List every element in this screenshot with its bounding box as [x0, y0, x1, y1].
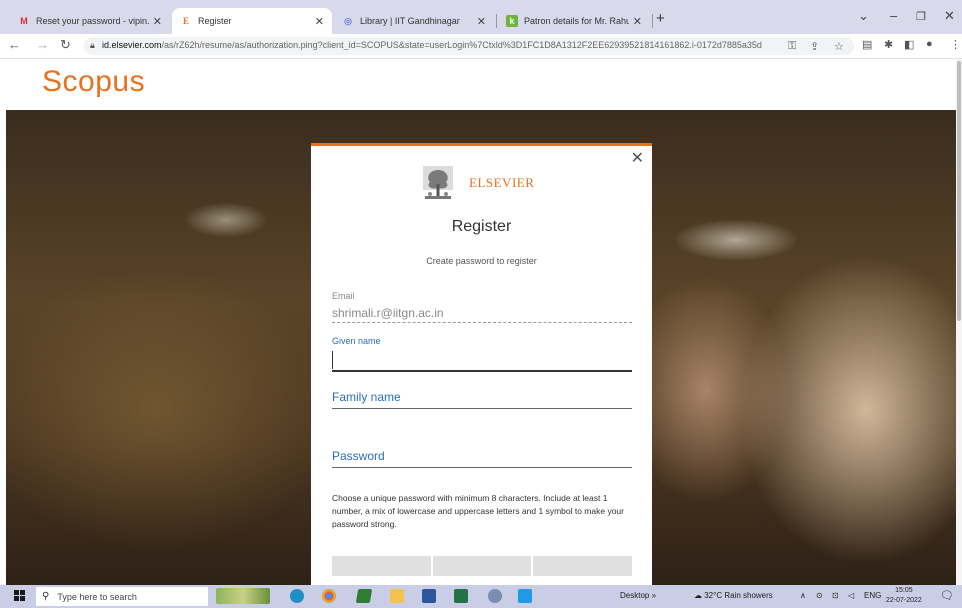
- tab-search-chevron-icon[interactable]: ⌄: [858, 8, 869, 24]
- menu-kebab-icon[interactable]: ⋮: [950, 38, 961, 51]
- close-icon[interactable]: ✕: [315, 15, 324, 28]
- url-text[interactable]: id.elsevier.com/as/rZ62h/resume/as/autho…: [102, 40, 762, 50]
- minimize-icon[interactable]: –: [890, 8, 897, 23]
- edge-browser-icon[interactable]: [290, 589, 304, 603]
- tray-volume-icon[interactable]: ◁: [848, 591, 854, 600]
- page-content: Scopus ✕ ELSEVIER Register Create passwo…: [0, 59, 962, 585]
- browser-window: M Reset your password - vipin.k@ii ✕ E R…: [0, 0, 962, 608]
- taskbar-search-placeholder: Type here to search: [57, 591, 137, 602]
- address-toolbar: ← → ↻ 🔒︎ id.elsevier.com/as/rZ62h/resume…: [0, 34, 962, 59]
- weather-text: 32°C Rain showers: [704, 591, 773, 600]
- language-indicator[interactable]: ENG: [864, 591, 881, 600]
- elsevier-tree-icon: [423, 166, 453, 199]
- desktop-toolbar[interactable]: Desktop »: [620, 591, 656, 600]
- tray-network-icon[interactable]: ⊡: [832, 591, 839, 600]
- given-name-underline: [332, 370, 632, 372]
- tab-patron[interactable]: k Patron details for Mr. Rahul Shri ✕: [498, 8, 650, 34]
- side-panel-icon[interactable]: ◧: [904, 38, 914, 51]
- taskbar-search-box[interactable]: ⚲ Type here to search: [36, 587, 208, 606]
- tab-divider: [496, 14, 497, 28]
- app-icon[interactable]: [488, 589, 502, 603]
- lock-icon[interactable]: 🔒︎: [90, 40, 95, 51]
- key-icon[interactable]: ⚿: [788, 40, 796, 53]
- tray-chevron-icon[interactable]: ∧: [800, 591, 806, 600]
- given-name-input[interactable]: [332, 351, 632, 369]
- excel-icon[interactable]: [454, 589, 468, 603]
- strength-segment: [533, 556, 633, 576]
- chrome-browser-icon[interactable]: [322, 589, 336, 603]
- password-hint: Choose a unique password with minimum 8 …: [332, 493, 624, 529]
- tab-strip: M Reset your password - vipin.k@ii ✕ E R…: [0, 0, 962, 34]
- tab-label: Library | IIT Gandhinagar: [360, 16, 460, 26]
- windows-taskbar: ⚲ Type here to search Desktop » ☁︎ 32°C …: [0, 585, 962, 608]
- tab-register[interactable]: E Register ✕: [172, 8, 332, 34]
- globe-icon: ◎: [344, 15, 352, 26]
- notifications-icon[interactable]: 🗨︎: [940, 589, 954, 602]
- email-label: Email: [332, 291, 355, 301]
- tab-label: Patron details for Mr. Rahul Shri: [524, 16, 629, 26]
- close-icon[interactable]: ✕: [153, 15, 162, 28]
- tab-gmail[interactable]: M Reset your password - vipin.k@ii ✕: [10, 8, 170, 34]
- tab-label: Register: [198, 16, 232, 26]
- clock[interactable]: 15:05 22-07-2022: [886, 586, 922, 606]
- scopus-logo[interactable]: Scopus: [42, 65, 145, 99]
- address-bar[interactable]: 🔒︎ id.elsevier.com/as/rZ62h/resume/as/au…: [84, 37, 854, 55]
- dialog-subtitle: Create password to register: [426, 256, 537, 266]
- scrollbar-thumb[interactable]: [957, 61, 961, 321]
- clock-date: 22-07-2022: [886, 597, 922, 604]
- search-icon: ⚲: [42, 591, 50, 602]
- gmail-icon: M: [20, 16, 28, 26]
- bookmark-star-icon[interactable]: ☆: [834, 40, 844, 53]
- email-value: shrimali.r@iitgn.ac.in: [332, 306, 444, 320]
- reading-list-icon[interactable]: ▤: [862, 38, 872, 51]
- family-name-input[interactable]: [332, 387, 636, 409]
- share-icon[interactable]: ⇪: [810, 40, 819, 53]
- tray-onedrive-icon[interactable]: ⊙: [816, 591, 823, 600]
- news-widget-icon[interactable]: [216, 588, 270, 604]
- profile-icon[interactable]: ●: [926, 38, 933, 50]
- url-path: /as/rZ62h/resume/as/authorization.ping?c…: [161, 40, 762, 50]
- register-dialog: ✕ ELSEVIER Register Create password to r…: [311, 143, 652, 585]
- app-icon[interactable]: [518, 589, 532, 603]
- word-icon[interactable]: [422, 589, 436, 603]
- extensions-puzzle-icon[interactable]: ✱: [884, 38, 893, 51]
- desktop-label: Desktop: [620, 591, 650, 600]
- close-icon[interactable]: ✕: [631, 148, 644, 168]
- strength-segment: [432, 556, 532, 576]
- close-icon[interactable]: ✕: [477, 15, 486, 28]
- password-strength-meter: [332, 556, 633, 576]
- scrollbar[interactable]: [956, 59, 962, 585]
- back-icon[interactable]: ←: [8, 37, 21, 52]
- dialog-title: Register: [451, 218, 512, 235]
- app-icon[interactable]: [355, 589, 373, 603]
- koha-icon: k: [506, 15, 518, 27]
- password-input[interactable]: [332, 446, 636, 468]
- strength-segment: [332, 556, 431, 576]
- email-underline: [332, 322, 632, 323]
- publisher-wordmark: ELSEVIER: [469, 175, 535, 190]
- maximize-icon[interactable]: ❐: [916, 10, 926, 23]
- close-icon[interactable]: ✕: [633, 15, 642, 28]
- elsevier-e-icon: E: [182, 16, 189, 26]
- window-close-icon[interactable]: ✕: [944, 8, 955, 24]
- forward-icon[interactable]: →: [36, 37, 49, 52]
- tab-label: Reset your password - vipin.k@ii: [36, 16, 149, 26]
- elsevier-logo: ELSEVIER: [421, 164, 534, 202]
- password-underline: [332, 467, 632, 468]
- given-name-label: Given name: [332, 336, 381, 346]
- url-host: id.elsevier.com: [102, 40, 162, 50]
- clock-time: 15:05: [895, 587, 913, 594]
- windows-start-icon[interactable]: [14, 590, 25, 601]
- tab-library[interactable]: ◎ Library | IIT Gandhinagar ✕: [334, 8, 494, 34]
- reload-icon[interactable]: ↻: [60, 37, 71, 53]
- new-tab-icon[interactable]: +: [656, 10, 665, 27]
- family-name-underline: [332, 408, 632, 409]
- weather-widget[interactable]: ☁︎ 32°C Rain showers: [694, 591, 773, 600]
- file-explorer-icon[interactable]: [390, 589, 404, 603]
- tab-divider: [652, 14, 653, 28]
